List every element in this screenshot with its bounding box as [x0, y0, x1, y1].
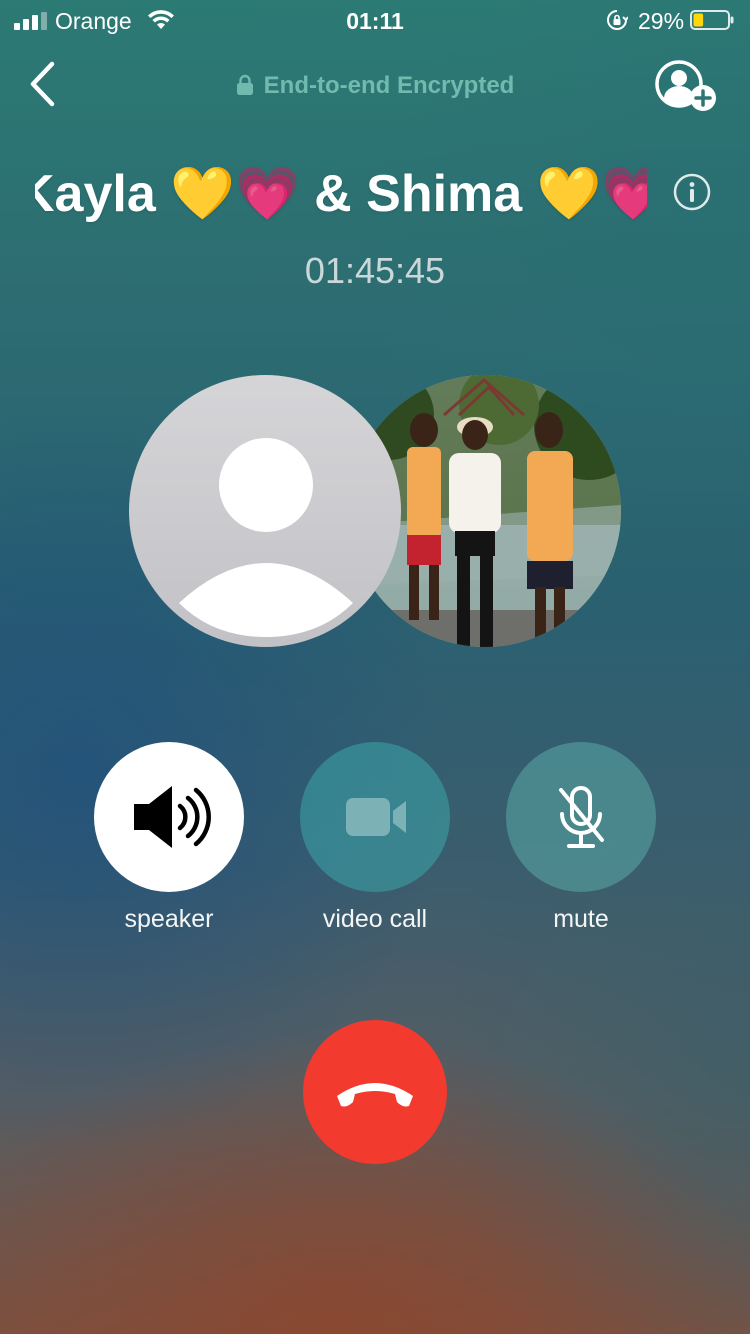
- battery-icon: [690, 10, 734, 30]
- end-call-button[interactable]: [303, 1020, 447, 1164]
- default-person-icon: [179, 438, 353, 637]
- battery-percent: 29%: [638, 8, 685, 34]
- call-title-container: Kayla 💛💗 & Shima 💛💗: [35, 160, 647, 230]
- encryption-notice: End-to-end Encrypted: [0, 72, 750, 100]
- info-button[interactable]: [673, 173, 711, 211]
- video-call-label: video call: [322, 905, 428, 933]
- participant-avatar-default: [129, 375, 401, 647]
- info-icon: [673, 173, 711, 211]
- encryption-label: End-to-end Encrypted: [263, 72, 515, 99]
- video-call-button[interactable]: [300, 742, 450, 892]
- rotation-lock-icon: [607, 10, 628, 30]
- add-participant-icon: [655, 60, 716, 111]
- microphone-muted-icon: [559, 786, 604, 848]
- speaker-icon: [134, 786, 211, 848]
- mute-button[interactable]: [506, 742, 656, 892]
- video-camera-icon: [346, 798, 406, 836]
- end-call-icon: [337, 1083, 413, 1107]
- call-timer: 01:45:45: [304, 250, 446, 291]
- mute-label: mute: [553, 905, 609, 933]
- call-title: Kayla 💛💗 & Shima 💛💗: [35, 165, 647, 223]
- lock-icon: [236, 74, 253, 95]
- add-participant-button[interactable]: [652, 58, 722, 114]
- status-bar: Orange 01:11 29%: [0, 0, 750, 42]
- speaker-button[interactable]: [94, 742, 244, 892]
- speaker-label: speaker: [124, 905, 214, 933]
